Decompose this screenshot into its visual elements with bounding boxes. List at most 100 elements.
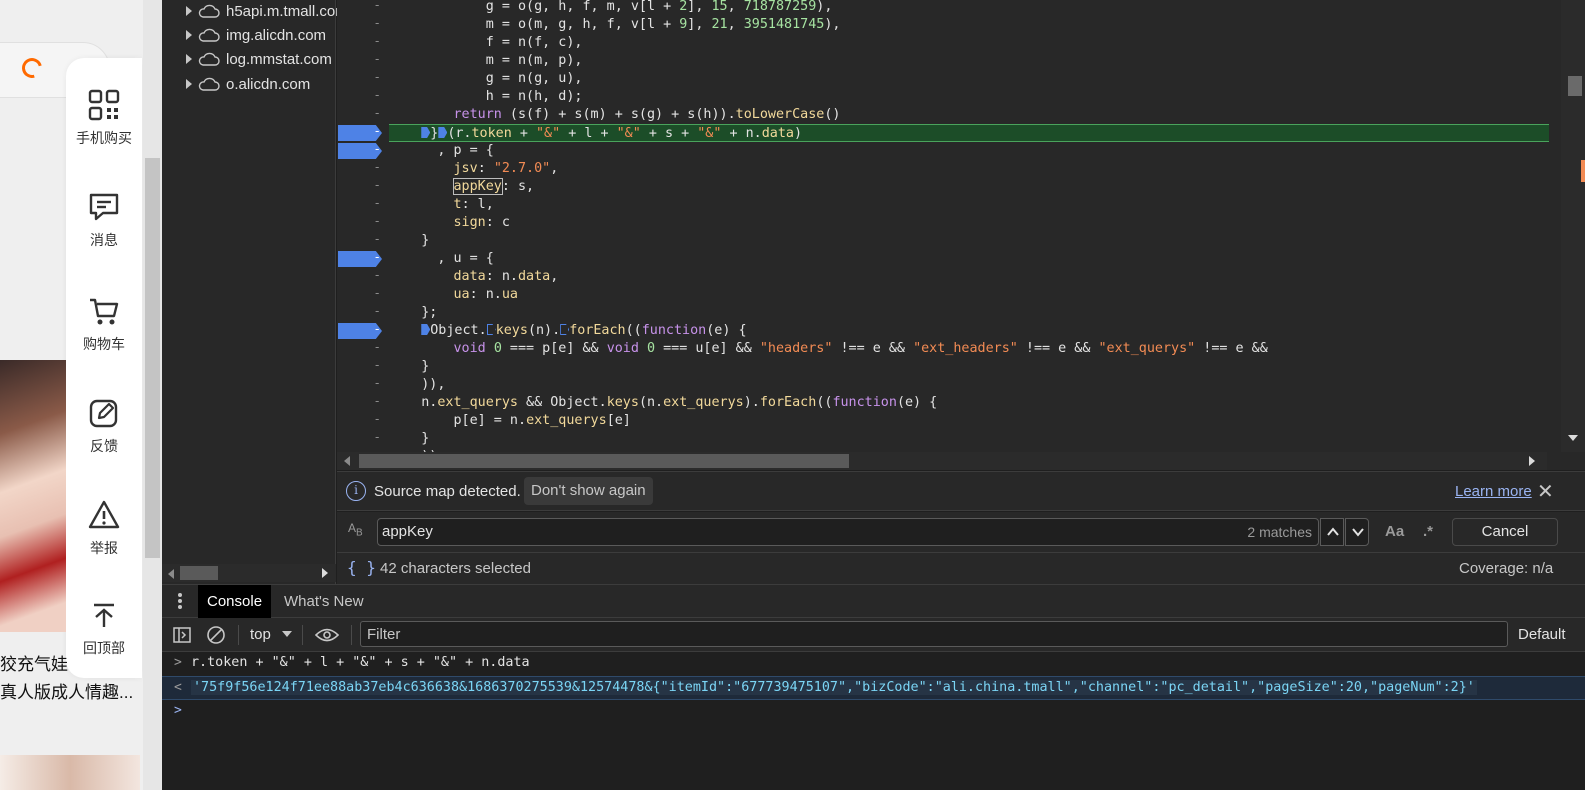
code-line[interactable]: f = n(f, c), — [389, 34, 1549, 52]
line-number[interactable]: - — [337, 15, 389, 34]
code-editor[interactable]: -------------------------- g = o(g, h, f… — [337, 0, 1585, 470]
scroll-right-arrow-icon[interactable] — [1529, 456, 1535, 466]
line-number[interactable]: - — [337, 231, 389, 250]
scrollbar-thumb[interactable] — [359, 454, 849, 468]
search-input[interactable]: appKey 2 matches — [377, 518, 1319, 546]
expand-arrow-icon[interactable] — [186, 6, 192, 16]
console-output[interactable]: > r.token + "&" + l + "&" + s + "&" + n.… — [162, 652, 1585, 790]
code-line[interactable]: t: l, — [389, 196, 1549, 214]
tab-console[interactable]: Console — [198, 585, 272, 618]
expand-arrow-icon[interactable] — [186, 30, 192, 40]
line-number[interactable]: - — [337, 87, 389, 106]
code-line[interactable]: m = n(m, p), — [389, 52, 1549, 70]
search-query[interactable]: appKey — [382, 523, 433, 540]
product-title-line2[interactable]: 真人版成人情趣... — [0, 678, 133, 703]
code-line[interactable]: } — [389, 232, 1549, 250]
expand-arrow-icon[interactable] — [186, 54, 192, 64]
console-result-value[interactable]: '75f9f56e124f71ee88ab37eb4c636638&168637… — [191, 680, 1477, 695]
code-line[interactable]: } — [389, 358, 1549, 376]
code-line[interactable]: ua: n.ua — [389, 286, 1549, 304]
scroll-down-arrow-icon[interactable] — [1568, 435, 1578, 441]
editor-vertical-scrollbar[interactable] — [1561, 0, 1585, 452]
tree-horizontal-scrollbar[interactable] — [162, 564, 336, 582]
line-gutter[interactable]: -------------------------- — [337, 0, 389, 462]
eye-icon[interactable] — [315, 627, 339, 643]
line-number[interactable]: - — [337, 357, 389, 376]
code-line[interactable]: g = o(g, h, f, m, v[l + 2], 15, 71878725… — [389, 0, 1549, 16]
line-number[interactable]: - — [337, 177, 389, 196]
previous-match-button[interactable] — [1320, 518, 1344, 546]
learn-more-link[interactable]: Learn more — [1455, 483, 1532, 500]
line-number[interactable]: - — [337, 393, 389, 412]
code-line[interactable]: sign: c — [389, 214, 1549, 232]
sidebar-item-messages[interactable]: 消息 — [66, 190, 142, 250]
close-icon[interactable]: ✕ — [1537, 479, 1554, 504]
clear-console-icon[interactable] — [206, 625, 226, 645]
product-image[interactable] — [0, 360, 66, 632]
expand-arrow-icon[interactable] — [186, 79, 192, 89]
scroll-left-arrow-icon[interactable] — [344, 456, 350, 466]
breakpoint-marker[interactable]: - — [337, 123, 389, 142]
line-number[interactable]: - — [337, 285, 389, 304]
code-line[interactable]: data: n.data, — [389, 268, 1549, 286]
code-area[interactable]: g = o(g, h, f, m, v[l + 2], 15, 71878725… — [389, 0, 1549, 452]
code-line[interactable]: h = n(h, d); — [389, 88, 1549, 106]
scrollbar-thumb[interactable] — [145, 158, 160, 558]
code-line[interactable]: appKey: s, — [389, 178, 1549, 196]
console-input-entry[interactable]: > r.token + "&" + l + "&" + s + "&" + n.… — [162, 652, 1585, 676]
console-filter[interactable] — [360, 621, 1508, 647]
console-prompt[interactable]: > — [162, 700, 1585, 724]
scroll-right-arrow-icon[interactable] — [322, 568, 328, 578]
tree-item-domain[interactable]: log.mmstat.com — [186, 48, 332, 70]
product-image[interactable] — [0, 755, 140, 790]
line-number[interactable]: - — [337, 0, 389, 16]
editor-horizontal-scrollbar[interactable] — [337, 452, 1547, 470]
code-line[interactable]: return (s(f) + s(m) + s(g) + s(h)).toLow… — [389, 106, 1549, 124]
sidebar-toggle-icon[interactable] — [173, 626, 191, 644]
dropdown-arrow-icon[interactable] — [282, 631, 292, 637]
sidebar-item-mobile-buy[interactable]: 手机购买 — [66, 88, 142, 148]
page-scrollbar[interactable] — [143, 0, 162, 790]
breakpoint-marker[interactable]: - — [337, 249, 389, 268]
pretty-print-icon[interactable]: { } — [347, 558, 376, 577]
code-line[interactable]: } — [389, 430, 1549, 448]
sidebar-item-cart[interactable]: 购物车 — [66, 294, 142, 354]
filter-input[interactable] — [361, 622, 1507, 646]
line-number[interactable]: - — [337, 51, 389, 70]
tab-whats-new[interactable]: What's New — [275, 585, 373, 618]
console-command[interactable]: r.token + "&" + l + "&" + s + "&" + n.da… — [191, 655, 530, 670]
sidebar-item-report[interactable]: 举报 — [66, 498, 142, 558]
more-options-icon[interactable] — [178, 593, 182, 611]
tree-item-domain[interactable]: img.alicdn.com — [186, 24, 326, 46]
line-number[interactable]: - — [337, 159, 389, 178]
code-line[interactable]: void 0 === p[e] && void 0 === u[e] && "h… — [389, 340, 1549, 358]
regex-button[interactable]: .* — [1423, 523, 1433, 540]
line-number[interactable]: - — [337, 195, 389, 214]
scrollbar-thumb[interactable] — [180, 566, 218, 580]
scroll-left-arrow-icon[interactable] — [168, 569, 174, 579]
line-number[interactable]: - — [337, 375, 389, 394]
code-line[interactable]: g = n(g, u), — [389, 70, 1549, 88]
cancel-search-button[interactable]: Cancel — [1452, 518, 1558, 546]
code-line[interactable]: p[e] = n.ext_querys[e] — [389, 412, 1549, 430]
tree-item-domain[interactable]: h5api.m.tmall.com — [186, 0, 348, 22]
log-levels-dropdown[interactable]: Default — [1518, 626, 1566, 643]
console-result-entry[interactable]: < '75f9f56e124f71ee88ab37eb4c636638&1686… — [162, 676, 1585, 700]
code-line[interactable]: )), — [389, 376, 1549, 394]
next-match-button[interactable] — [1345, 518, 1369, 546]
line-number[interactable]: - — [337, 303, 389, 322]
tree-item-domain[interactable]: o.alicdn.com — [186, 73, 310, 95]
line-number[interactable]: - — [337, 69, 389, 88]
sidebar-item-feedback[interactable]: 反馈 — [66, 396, 142, 456]
code-line[interactable]: n.ext_querys && Object.keys(n.ext_querys… — [389, 394, 1549, 412]
match-case-button[interactable]: Aa — [1385, 523, 1404, 540]
dont-show-again-button[interactable]: Don't show again — [524, 477, 653, 505]
product-title-line1[interactable]: 狡充气娃 — [0, 650, 68, 675]
code-line[interactable]: }; — [389, 304, 1549, 322]
sidebar-item-back-to-top[interactable]: 回顶部 — [66, 598, 142, 658]
code-line[interactable]: jsv: "2.7.0", — [389, 160, 1549, 178]
breakpoint-marker[interactable]: - — [337, 141, 389, 160]
context-selector[interactable]: top — [250, 626, 271, 643]
line-number[interactable]: - — [337, 339, 389, 358]
line-number[interactable]: - — [337, 213, 389, 232]
